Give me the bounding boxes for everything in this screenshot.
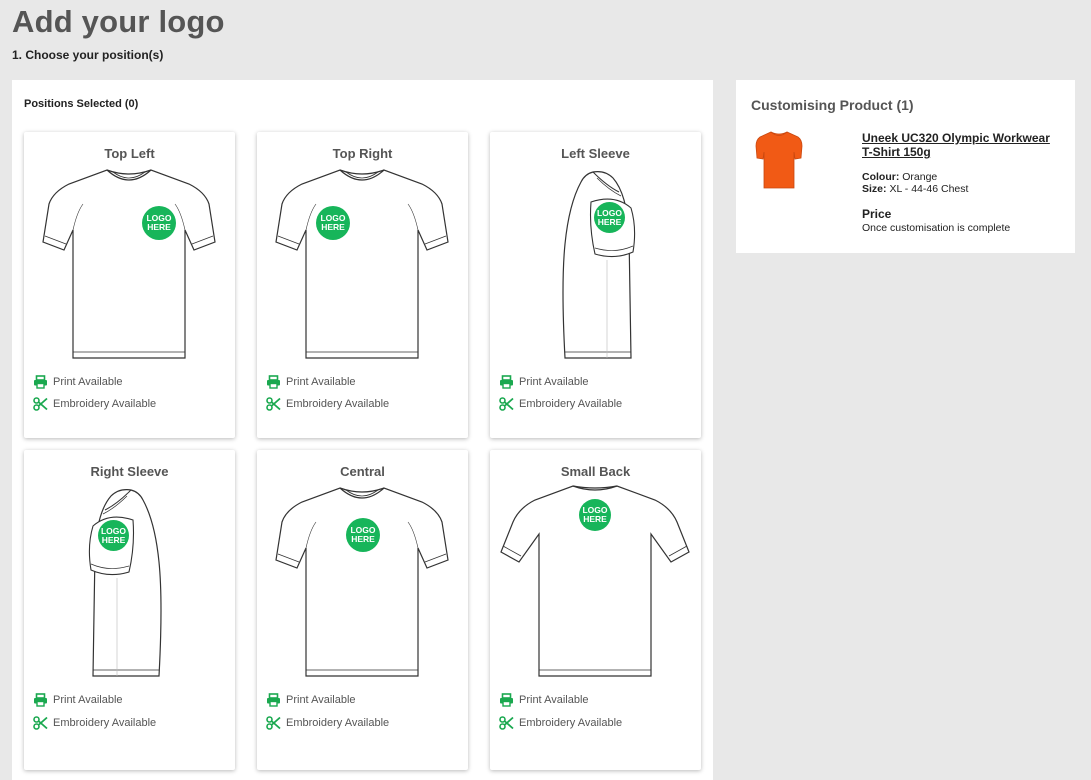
position-title: Top Left xyxy=(104,146,155,161)
tshirt-front-image xyxy=(275,169,449,359)
price-note: Once customisation is complete xyxy=(862,222,1011,234)
position-card-left-sleeve[interactable]: Left Sleeve LOGO HERE Print Available Emb… xyxy=(490,132,701,438)
tshirt-side-image xyxy=(88,489,162,677)
tshirt-side-image xyxy=(562,171,636,359)
scissors-icon xyxy=(499,397,514,411)
price-label: Price xyxy=(862,207,892,221)
customising-product-panel: Customising Product (1) Uneek UC320 Olym… xyxy=(736,80,1075,253)
print-available: Print Available xyxy=(33,375,123,389)
printer-icon xyxy=(500,375,513,389)
position-title: Top Right xyxy=(332,146,393,161)
product-size: Size: XL - 44-46 Chest xyxy=(862,183,969,195)
printer-icon xyxy=(500,693,513,707)
tshirt-front-image xyxy=(275,487,449,677)
positions-selected-count: Positions Selected (0) xyxy=(24,98,139,110)
embroidery-available: Embroidery Available xyxy=(33,397,156,411)
page-title: Add your logo xyxy=(12,4,225,39)
embroidery-available: Embroidery Available xyxy=(33,716,156,730)
embroidery-available: Embroidery Available xyxy=(266,397,389,411)
tshirt-front-image xyxy=(42,169,216,359)
printer-icon xyxy=(267,693,280,707)
scissors-icon xyxy=(266,397,281,411)
print-available: Print Available xyxy=(266,693,356,707)
position-title: Left Sleeve xyxy=(561,146,630,161)
logo-here-badge: LOGO HERE xyxy=(579,499,611,531)
product-name-link[interactable]: Uneek UC320 Olympic Workwear T-Shirt 150… xyxy=(862,131,1062,159)
print-available: Print Available xyxy=(499,693,589,707)
position-card-top-left[interactable]: Top Left LOGO HERE Print Available Embroi… xyxy=(24,132,235,438)
print-available: Print Available xyxy=(499,375,589,389)
embroidery-available: Embroidery Available xyxy=(266,716,389,730)
position-card-right-sleeve[interactable]: Right Sleeve LOGO HERE Print Available Em… xyxy=(24,450,235,770)
printer-icon xyxy=(34,375,47,389)
position-title: Central xyxy=(340,464,385,479)
position-card-top-right[interactable]: Top Right LOGO HERE Print Available Embro… xyxy=(257,132,468,438)
logo-here-badge: LOGO HERE xyxy=(316,206,350,240)
embroidery-available: Embroidery Available xyxy=(499,716,622,730)
logo-here-badge: LOGO HERE xyxy=(346,518,380,552)
printer-icon xyxy=(267,375,280,389)
logo-here-badge: LOGO HERE xyxy=(98,520,129,551)
printer-icon xyxy=(34,693,47,707)
logo-here-badge: LOGO HERE xyxy=(142,206,176,240)
customising-product-heading: Customising Product (1) xyxy=(751,97,914,113)
position-title: Right Sleeve xyxy=(90,464,169,479)
position-card-small-back[interactable]: Small Back LOGO HERE Print Available Embr… xyxy=(490,450,701,770)
print-available: Print Available xyxy=(266,375,356,389)
print-available: Print Available xyxy=(33,693,123,707)
position-title: Small Back xyxy=(560,464,631,479)
embroidery-available: Embroidery Available xyxy=(499,397,622,411)
product-thumbnail xyxy=(755,131,803,189)
positions-panel: Positions Selected (0) Top Left LOGO HERE… xyxy=(12,80,713,780)
scissors-icon xyxy=(266,716,281,730)
product-colour: Colour: Orange xyxy=(862,171,938,183)
scissors-icon xyxy=(33,397,48,411)
scissors-icon xyxy=(33,716,48,730)
position-card-central[interactable]: Central LOGO HERE Print Available Embroid… xyxy=(257,450,468,770)
step-title: 1. Choose your position(s) xyxy=(12,48,164,62)
scissors-icon xyxy=(499,716,514,730)
logo-here-badge: LOGO HERE xyxy=(594,202,625,233)
